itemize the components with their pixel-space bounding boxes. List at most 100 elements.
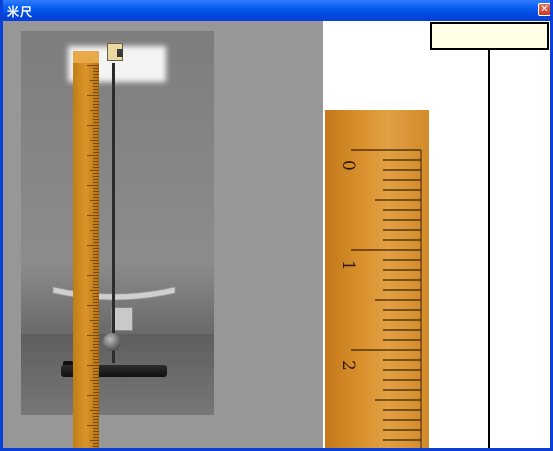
meter-ruler-tick (93, 164, 99, 165)
meter-ruler-tick (93, 329, 99, 330)
meter-ruler-tick (93, 203, 99, 204)
meter-ruler-tick (90, 140, 99, 141)
meter-ruler-tick (93, 257, 99, 258)
meter-ruler[interactable] (73, 51, 99, 448)
meter-ruler-tick (93, 173, 99, 174)
meter-ruler-tick (87, 95, 99, 96)
meter-ruler-tick (93, 443, 99, 444)
meter-ruler-tick (93, 104, 99, 105)
meter-ruler-tick (93, 446, 99, 447)
experiment-scene[interactable] (3, 21, 323, 448)
app-window: 米尺 ✕ 0 1 2 (0, 0, 553, 451)
ruler-label-1: 1 (338, 260, 358, 271)
ruler-magnifier: 0 1 2 (325, 110, 429, 448)
meter-ruler-tick (93, 86, 99, 87)
meter-ruler-tick (93, 281, 99, 282)
meter-ruler-tick (93, 398, 99, 399)
meter-ruler-tick (87, 425, 99, 426)
meter-ruler-tick (93, 149, 99, 150)
meter-ruler-tick (93, 392, 99, 393)
meter-ruler-tick (93, 167, 99, 168)
meter-ruler-tick (93, 236, 99, 237)
meter-ruler-tick (93, 194, 99, 195)
reading-display (430, 22, 549, 50)
meter-ruler-tick (93, 362, 99, 363)
meter-ruler-tick (93, 209, 99, 210)
meter-ruler-tick (93, 434, 99, 435)
meter-ruler-tick (87, 245, 99, 246)
meter-ruler-tick (90, 320, 99, 321)
meter-ruler-tick (93, 98, 99, 99)
meter-ruler-tick (93, 302, 99, 303)
meter-ruler-tick (93, 437, 99, 438)
meter-ruler-tick (90, 260, 99, 261)
meter-ruler-tick (87, 215, 99, 216)
title-bar[interactable]: 米尺 ✕ (3, 0, 550, 21)
meter-ruler-tick (93, 356, 99, 357)
meter-ruler-tick (93, 131, 99, 132)
meter-ruler-tick (93, 269, 99, 270)
close-button[interactable]: ✕ (538, 3, 550, 16)
meter-ruler-tick (93, 428, 99, 429)
meter-ruler-tick (90, 230, 99, 231)
meter-ruler-tick (93, 221, 99, 222)
meter-ruler-tick (90, 440, 99, 441)
ruler-label-2: 2 (338, 360, 358, 371)
meter-ruler-tick (93, 197, 99, 198)
meter-ruler-tick (93, 74, 99, 75)
meter-ruler-tick (87, 395, 99, 396)
meter-ruler-top[interactable] (73, 51, 99, 63)
meter-ruler-tick (93, 122, 99, 123)
meter-ruler-tick (93, 143, 99, 144)
meter-ruler-tick (90, 350, 99, 351)
meter-ruler-tick (93, 182, 99, 183)
meter-ruler-tick (87, 305, 99, 306)
meter-ruler-tick (90, 170, 99, 171)
pendulum-bob[interactable] (103, 333, 121, 351)
meter-ruler-tick (93, 308, 99, 309)
meter-ruler-tick (93, 284, 99, 285)
meter-ruler-tick (93, 179, 99, 180)
meter-ruler-tick (93, 263, 99, 264)
meter-ruler-tick (93, 311, 99, 312)
meter-ruler-tick (93, 116, 99, 117)
meter-ruler-tick (93, 218, 99, 219)
meter-ruler-tick (93, 338, 99, 339)
meter-ruler-tick (93, 287, 99, 288)
meter-ruler-tick (93, 326, 99, 327)
meter-ruler-tick (93, 389, 99, 390)
meter-ruler-tick (93, 77, 99, 78)
meter-ruler-tick (93, 176, 99, 177)
meter-ruler-tick (93, 299, 99, 300)
meter-ruler-tick (93, 296, 99, 297)
ruler-scale: 0 1 2 (338, 149, 422, 448)
meter-ruler-tick (93, 386, 99, 387)
meter-ruler-tick (93, 404, 99, 405)
meter-ruler-tick (93, 374, 99, 375)
meter-ruler-tick (93, 332, 99, 333)
meter-ruler-tick (93, 317, 99, 318)
meter-ruler-tick (93, 113, 99, 114)
meter-ruler-tick (87, 155, 99, 156)
meter-ruler-tick (93, 359, 99, 360)
meter-ruler-tick (93, 68, 99, 69)
meter-ruler-tick (93, 422, 99, 423)
meter-ruler-tick (93, 227, 99, 228)
meter-ruler-tick (93, 161, 99, 162)
pendulum-hook (117, 49, 123, 57)
meter-ruler-tick (87, 275, 99, 276)
meter-ruler-tick (93, 158, 99, 159)
meter-ruler-tick (93, 191, 99, 192)
meter-ruler-tick (93, 341, 99, 342)
meter-ruler-tick (93, 413, 99, 414)
meter-ruler-tick (93, 239, 99, 240)
ruler-label-0: 0 (338, 160, 358, 171)
meter-ruler-tick (93, 212, 99, 213)
close-icon: ✕ (540, 4, 549, 15)
meter-ruler-tick (93, 401, 99, 402)
meter-ruler-tick (90, 380, 99, 381)
meter-ruler-tick (93, 266, 99, 267)
reference-line (488, 50, 490, 448)
meter-ruler-tick (93, 371, 99, 372)
meter-ruler-tick (93, 293, 99, 294)
